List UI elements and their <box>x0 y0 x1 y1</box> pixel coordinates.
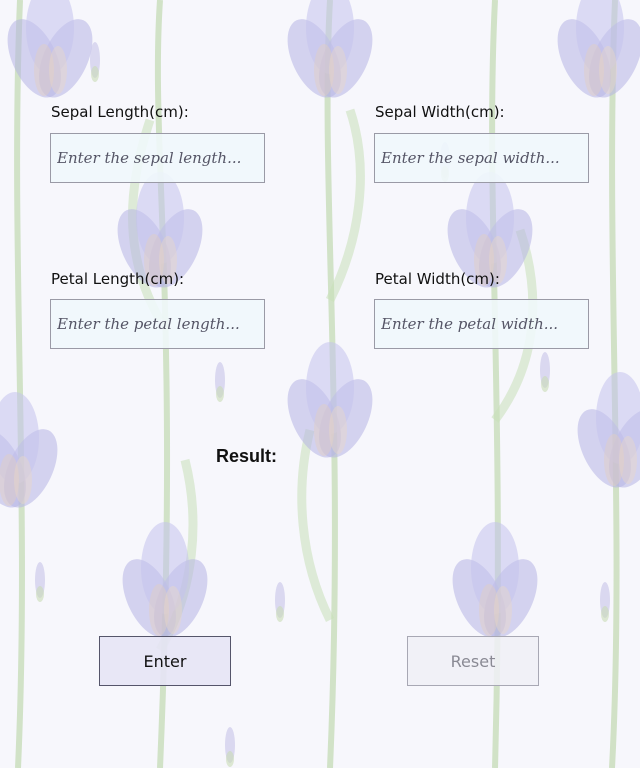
result-label: Result: <box>216 446 278 466</box>
sepal-width-label: Sepal Width(cm): <box>375 103 505 121</box>
reset-button[interactable]: Reset <box>407 636 539 686</box>
petal-length-input[interactable] <box>50 299 265 349</box>
petal-width-label: Petal Width(cm): <box>375 270 500 288</box>
petal-width-input[interactable] <box>374 299 589 349</box>
sepal-length-input[interactable] <box>50 133 265 183</box>
enter-button[interactable]: Enter <box>99 636 231 686</box>
petal-length-label: Petal Length(cm): <box>51 270 185 288</box>
sepal-width-input[interactable] <box>374 133 589 183</box>
sepal-length-label: Sepal Length(cm): <box>51 103 189 121</box>
